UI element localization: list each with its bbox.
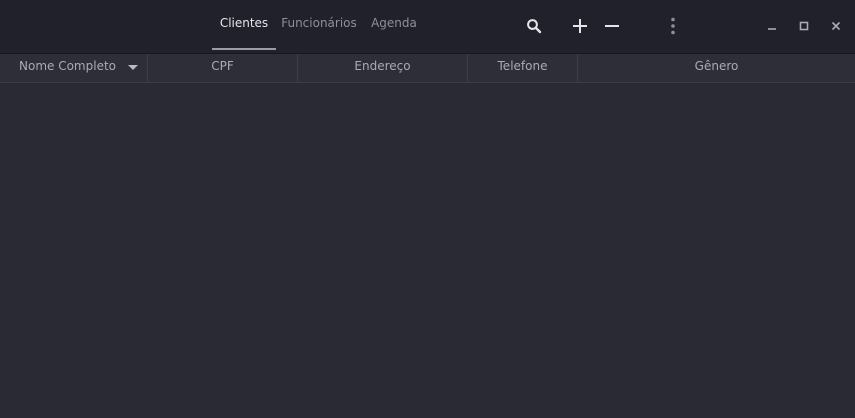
tab-agenda[interactable]: Agenda — [362, 0, 426, 50]
close-icon — [831, 21, 841, 31]
remove-button[interactable] — [597, 10, 627, 42]
column-header-label: Endereço — [354, 59, 411, 73]
search-button[interactable] — [519, 10, 549, 42]
maximize-icon — [799, 21, 809, 31]
search-icon — [526, 18, 542, 34]
sort-descending-icon — [128, 65, 138, 70]
add-button[interactable] — [565, 10, 595, 42]
maximize-button[interactable] — [789, 10, 819, 42]
column-header-endereco[interactable]: Endereço — [298, 54, 468, 82]
table-body[interactable] — [0, 83, 855, 418]
plus-icon — [572, 18, 588, 34]
close-button[interactable] — [821, 10, 851, 42]
minimize-icon — [767, 21, 777, 31]
column-header-label: CPF — [211, 59, 234, 73]
column-header-nome-completo[interactable]: Nome Completo — [0, 54, 148, 82]
minus-icon — [604, 18, 620, 34]
tab-funcionarios[interactable]: Funcionários — [276, 0, 362, 50]
header-bar: Clientes Funcionários Agenda — [0, 0, 855, 54]
column-header-genero[interactable]: Gênero — [578, 54, 855, 82]
column-header-label: Gênero — [694, 59, 739, 73]
vertical-dots-icon — [670, 17, 676, 35]
column-header-telefone[interactable]: Telefone — [468, 54, 578, 82]
tab-clientes[interactable]: Clientes — [212, 0, 276, 50]
column-header-cpf[interactable]: CPF — [148, 54, 298, 82]
menu-button[interactable] — [658, 10, 688, 42]
minimize-button[interactable] — [757, 10, 787, 42]
column-header-label: Telefone — [497, 59, 548, 73]
column-header-label: Nome Completo — [19, 59, 116, 73]
table-column-header: Nome Completo CPF Endereço Telefone Gêne… — [0, 54, 855, 83]
